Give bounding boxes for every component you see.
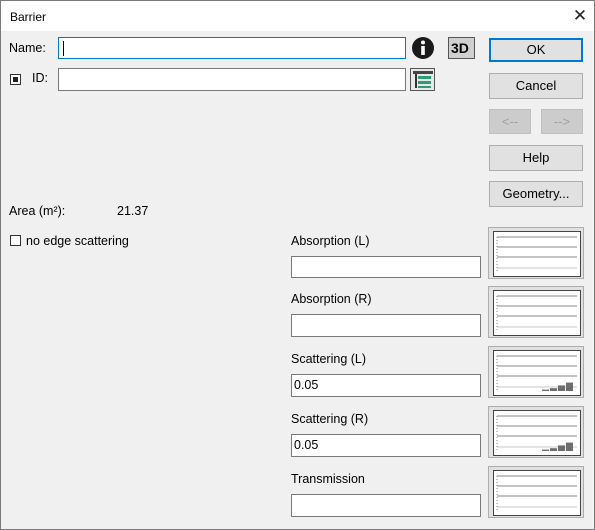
graph-bar — [542, 389, 549, 391]
graph-bar — [542, 449, 549, 451]
graph-bar — [566, 382, 573, 391]
scattering-right-value: 0.05 — [294, 438, 319, 452]
info-icon[interactable] — [411, 36, 435, 60]
ok-button[interactable]: OK — [489, 38, 583, 62]
previous-button[interactable]: <-- — [489, 109, 531, 134]
title-bar: Barrier ✕ — [1, 1, 594, 31]
transmission-field[interactable] — [291, 494, 481, 517]
graph-bar — [550, 448, 557, 451]
graph-bar — [558, 385, 565, 391]
absorption-left-graph-button[interactable] — [488, 227, 584, 279]
scattering-right-graph-button[interactable] — [488, 406, 584, 458]
area-value: 21.37 — [117, 204, 149, 218]
close-icon[interactable]: ✕ — [567, 4, 593, 28]
transmission-graph-button[interactable] — [488, 466, 584, 518]
absorption-right-label: Absorption (R) — [291, 292, 372, 306]
barrier-dialog: Barrier ✕ Name: 3D ID: OK Cancel <-- -->… — [0, 0, 595, 530]
no-edge-scattering-checkbox[interactable] — [10, 235, 21, 246]
graph-bar — [566, 442, 573, 451]
scattering-left-label: Scattering (L) — [291, 352, 367, 366]
transmission-label: Transmission — [291, 472, 365, 486]
id-label: ID: — [32, 71, 48, 85]
scattering-left-field[interactable]: 0.05 — [291, 374, 481, 397]
scattering-right-field[interactable]: 0.05 — [291, 434, 481, 457]
scattering-right-graph — [493, 410, 581, 456]
text-caret — [63, 41, 64, 56]
next-button[interactable]: --> — [541, 109, 583, 134]
id-list-icon — [413, 71, 433, 88]
help-button[interactable]: Help — [489, 145, 583, 171]
scattering-right-label: Scattering (R) — [291, 412, 369, 426]
cancel-button[interactable]: Cancel — [489, 73, 583, 99]
absorption-left-graph — [493, 231, 581, 277]
scattering-left-graph-button[interactable] — [488, 346, 584, 398]
no-edge-scattering-label: no edge scattering — [26, 234, 129, 248]
3d-view-icon: 3D — [451, 40, 469, 56]
graph-bar — [558, 445, 565, 451]
name-field[interactable] — [58, 37, 406, 59]
name-label: Name: — [9, 41, 46, 55]
area-label: Area (m²): — [9, 204, 66, 218]
absorption-left-field[interactable] — [291, 256, 481, 278]
id-list-button[interactable] — [410, 68, 435, 91]
3d-view-button[interactable]: 3D — [448, 37, 475, 59]
absorption-right-graph — [493, 290, 581, 336]
id-checkbox[interactable] — [10, 74, 21, 85]
geometry-button[interactable]: Geometry... — [489, 181, 583, 207]
absorption-left-label: Absorption (L) — [291, 234, 370, 248]
transmission-graph — [493, 470, 581, 516]
id-field[interactable] — [58, 68, 406, 91]
window-title: Barrier — [10, 10, 47, 24]
absorption-right-field[interactable] — [291, 314, 481, 337]
scattering-left-value: 0.05 — [294, 378, 319, 392]
absorption-right-graph-button[interactable] — [488, 286, 584, 338]
scattering-left-graph — [493, 350, 581, 396]
graph-bar — [550, 388, 557, 391]
